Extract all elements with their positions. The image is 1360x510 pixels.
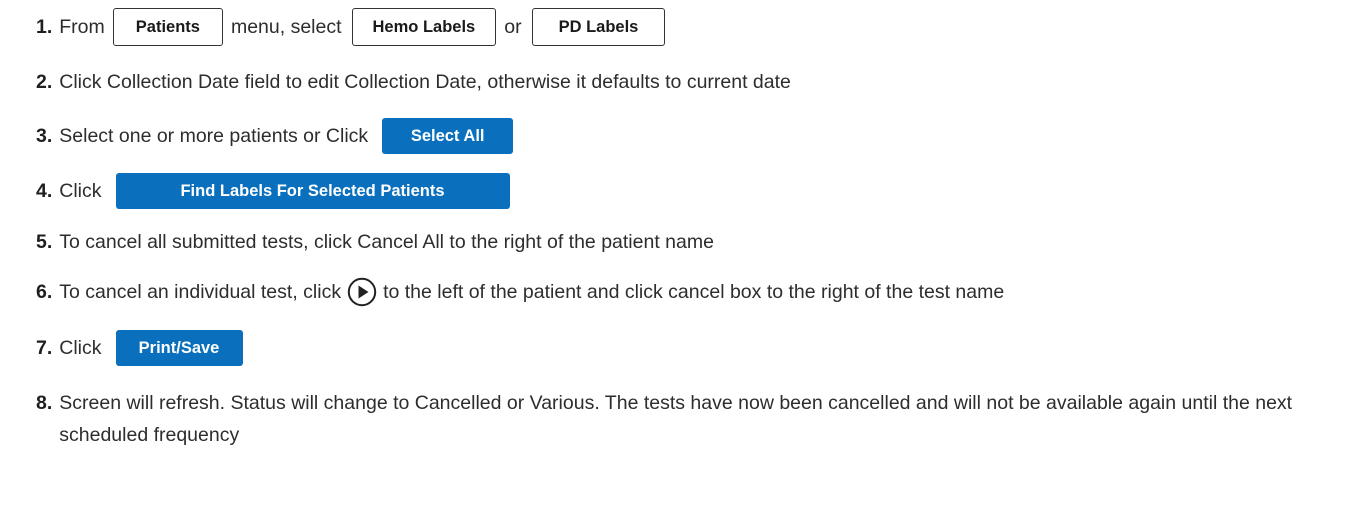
step-text: menu, select	[230, 16, 342, 38]
step-number: 6.	[36, 281, 53, 303]
step-number: 8.	[36, 392, 53, 414]
step-number: 2.	[36, 71, 53, 93]
step-6: 6. To cancel an individual test, click t…	[36, 276, 1340, 308]
play-circle-icon	[347, 277, 377, 307]
step-text: to the left of the patient and click can…	[383, 281, 1005, 303]
step-text: or	[504, 16, 522, 38]
step-text: Screen will refresh. Status will change …	[59, 392, 1293, 446]
step-text: To cancel an individual test, click	[59, 281, 342, 303]
step-number: 3.	[36, 125, 53, 147]
hemo-labels-button[interactable]: Hemo Labels	[351, 8, 497, 46]
step-number: 5.	[36, 231, 53, 253]
pd-labels-button[interactable]: PD Labels	[531, 8, 666, 46]
step-1: 1. From Patients menu, select Hemo Label…	[36, 8, 1340, 46]
step-3: 3. Select one or more patients or Click …	[36, 118, 1340, 154]
step-2: 2. Click Collection Date field to edit C…	[36, 68, 1340, 96]
step-text: Click Collection Date field to edit Coll…	[59, 71, 791, 93]
step-text: Select one or more patients or Click	[59, 125, 369, 147]
step-7: 7. Click Print/Save	[36, 330, 1340, 366]
find-labels-button[interactable]: Find Labels For Selected Patients	[115, 173, 510, 209]
step-text: To cancel all submitted tests, click Can…	[59, 231, 714, 253]
step-text: Click	[59, 337, 102, 359]
print-save-button[interactable]: Print/Save	[115, 330, 243, 366]
select-all-button[interactable]: Select All	[382, 118, 514, 154]
step-text: From	[59, 16, 105, 38]
step-number: 4.	[36, 180, 53, 202]
step-5: 5. To cancel all submitted tests, click …	[36, 228, 1340, 256]
step-4: 4. Click Find Labels For Selected Patien…	[36, 173, 1340, 209]
step-text: Click	[59, 180, 102, 202]
step-number: 1.	[36, 16, 53, 38]
step-number: 7.	[36, 337, 53, 359]
patients-menu-button[interactable]: Patients	[112, 8, 223, 46]
step-8: 8. Screen will refresh. Status will chan…	[36, 387, 1320, 451]
